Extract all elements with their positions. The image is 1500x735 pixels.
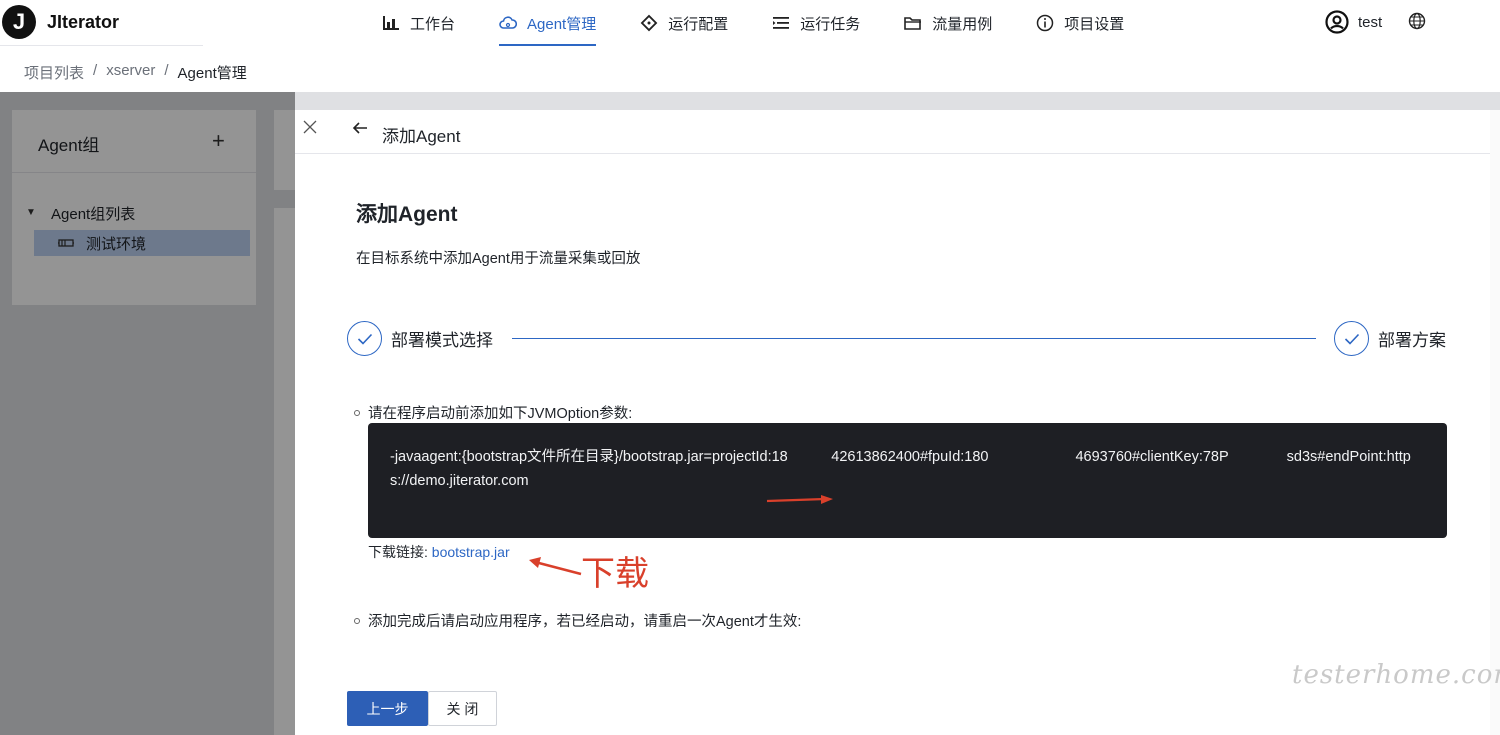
close-icon[interactable] — [303, 120, 317, 134]
annotation-text: 下载 — [581, 554, 649, 594]
main-nav: 工作台 Agent管理 运行配置 运行任务 流量用例 项目设置 — [382, 0, 1168, 46]
app-name: JIterator — [47, 11, 120, 32]
page-title: 添加Agent — [356, 203, 458, 226]
logo-mark: J — [2, 5, 36, 39]
download-row: 下载链接: bootstrap.jar — [368, 542, 510, 562]
breadcrumb-separator: / — [164, 62, 169, 79]
nav-item-label: 运行任务 — [800, 15, 861, 33]
nav-item-run-tasks[interactable]: 运行任务 — [772, 0, 860, 46]
nav-item-label: 项目设置 — [1064, 15, 1125, 33]
download-label: 下载链接: — [368, 544, 432, 560]
check-icon — [347, 321, 382, 356]
instruction-item: 添加完成后请启动应用程序，若已经启动，请重启一次Agent才生效: — [354, 610, 801, 631]
language-globe-icon[interactable] — [1408, 12, 1426, 30]
close-button[interactable]: 关 闭 — [428, 691, 497, 726]
user-avatar-icon — [1325, 10, 1349, 34]
nav-item-traffic-cases[interactable]: 流量用例 — [904, 0, 992, 46]
app-logo[interactable]: J JIterator — [2, 5, 119, 39]
diamond-icon — [640, 14, 658, 32]
page-subtitle: 在目标系统中添加Agent用于流量采集或回放 — [356, 251, 641, 267]
drawer-title: 添加Agent — [382, 127, 461, 146]
breadcrumb: 项目列表 / xserver / Agent管理 — [24, 62, 256, 83]
instruction-text: 添加完成后请启动应用程序，若已经启动，请重启一次Agent才生效: — [368, 614, 802, 630]
modal-mask[interactable] — [0, 92, 295, 735]
breadcrumb-item-xserver[interactable]: xserver — [106, 62, 155, 83]
download-link[interactable]: bootstrap.jar — [432, 544, 510, 560]
user-name: test — [1358, 13, 1383, 31]
nav-item-label: 流量用例 — [932, 15, 993, 33]
breadcrumb-separator: / — [93, 62, 98, 79]
step-deploy-mode: 部署模式选择 — [347, 321, 493, 356]
nav-item-label: 运行配置 — [668, 15, 729, 33]
nav-item-workbench[interactable]: 工作台 — [382, 0, 455, 46]
nav-item-project-settings[interactable]: 项目设置 — [1036, 0, 1124, 46]
check-icon — [1334, 321, 1369, 356]
jvm-option-code-block[interactable]: -javaagent:{bootstrap文件所在目录}/bootstrap.j… — [368, 423, 1447, 538]
step-connector — [512, 338, 1316, 339]
step-deploy-plan: 部署方案 — [1334, 321, 1446, 356]
watermark: testerhome.com — [1292, 660, 1500, 690]
nav-item-run-config[interactable]: 运行配置 — [640, 0, 728, 46]
user-menu[interactable]: test — [1325, 10, 1382, 34]
nav-item-agent-management[interactable]: Agent管理 — [499, 0, 597, 46]
breadcrumb-item-current: Agent管理 — [177, 65, 247, 82]
folder-icon — [904, 14, 922, 32]
info-icon — [1036, 14, 1054, 32]
nav-item-label: Agent管理 — [527, 15, 597, 33]
breadcrumb-item-project-list[interactable]: 项目列表 — [24, 62, 84, 83]
add-agent-drawer: 添加Agent 添加Agent 在目标系统中添加Agent用于流量采集或回放 部… — [295, 110, 1500, 735]
list-icon — [772, 14, 790, 32]
annotation-arrow-icon — [529, 557, 582, 576]
instruction-item: 请在程序启动前添加如下JVMOption参数: — [354, 402, 632, 423]
instruction-text: 请在程序启动前添加如下JVMOption参数: — [368, 406, 633, 422]
drawer-scrollbar[interactable] — [1490, 110, 1500, 735]
drawer-header: 添加Agent — [295, 110, 1500, 154]
top-header: J JIterator 工作台 Agent管理 运行配置 运行任务 流量用例 项… — [0, 0, 1500, 46]
cloud-icon — [499, 14, 518, 32]
bullet-icon — [354, 617, 360, 624]
step-label: 部署模式选择 — [391, 331, 493, 350]
bar-chart-icon — [382, 14, 400, 32]
logo-underline — [0, 45, 203, 46]
nav-item-label: 工作台 — [410, 15, 456, 33]
back-arrow-icon[interactable] — [352, 120, 368, 136]
bullet-icon — [354, 409, 360, 416]
prev-step-button[interactable]: 上一步 — [347, 691, 428, 726]
annotation-arrow-icon — [766, 495, 833, 504]
step-label: 部署方案 — [1378, 331, 1446, 350]
